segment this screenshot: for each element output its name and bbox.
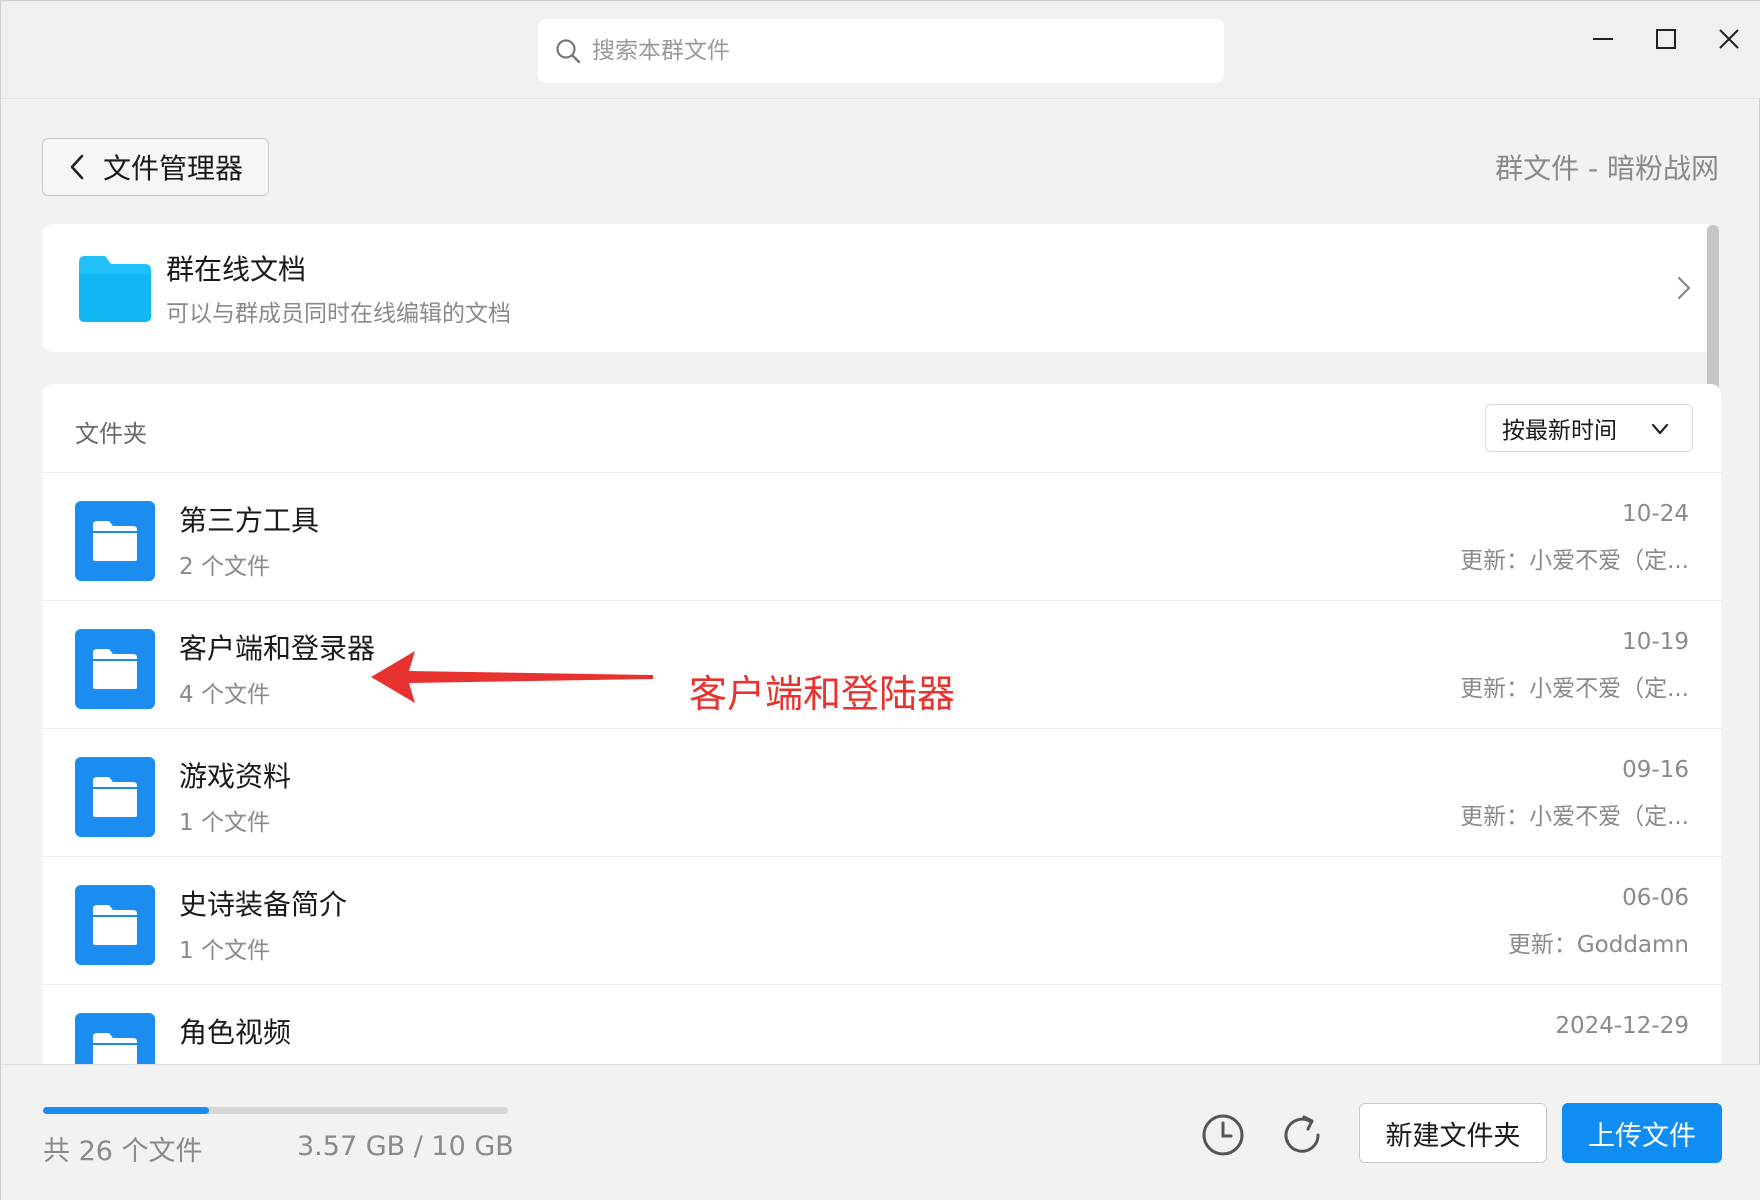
folder-name: 第三方工具 — [179, 504, 320, 537]
storage-usage: 3.57 GB / 10 GB — [297, 1131, 514, 1162]
storage-progress — [43, 1107, 508, 1114]
chevron-down-icon — [1651, 423, 1669, 435]
folder-name: 史诗装备简介 — [179, 888, 348, 921]
folder-file-count: 4 个文件 — [179, 682, 270, 708]
folder-icon — [75, 629, 155, 709]
annotation-arrow — [371, 651, 653, 703]
section-label: 文件夹 — [75, 420, 147, 448]
title-bar — [1, 1, 1760, 99]
folder-updater: 更新：小爱不爱（定... — [1460, 548, 1689, 574]
maximize-icon — [1656, 29, 1676, 49]
chevron-right-icon — [1677, 276, 1691, 300]
folder-icon — [75, 501, 155, 581]
folder-icon — [75, 757, 155, 837]
maximize-button[interactable] — [1642, 15, 1690, 63]
folder-updater: 更新：小爱不爱（定... — [1460, 804, 1689, 830]
new-folder-button[interactable]: 新建文件夹 — [1359, 1103, 1547, 1163]
sort-dropdown-label: 按最新时间 — [1502, 418, 1617, 444]
folder-name: 客户端和登录器 — [179, 632, 376, 665]
folder-name: 游戏资料 — [179, 760, 292, 793]
annotation-text: 客户端和登陆器 — [689, 672, 956, 716]
folder-updater: 更新：Goddamn — [1507, 932, 1689, 958]
folder-row[interactable]: 史诗装备简介 1 个文件 06-06 更新：Goddamn — [43, 856, 1721, 984]
history-icon[interactable] — [1199, 1111, 1247, 1159]
upload-file-button[interactable]: 上传文件 — [1562, 1103, 1722, 1163]
folder-updater: 更新：小爱不爱（定... — [1460, 676, 1689, 702]
folder-icon — [75, 885, 155, 965]
folder-icon — [79, 256, 151, 322]
footer-bar: 共 26 个文件 3.57 GB / 10 GB 新建文件夹 上传文件 — [1, 1064, 1760, 1200]
minimize-icon — [1593, 38, 1613, 40]
chevron-left-icon — [70, 154, 84, 180]
search-box[interactable] — [538, 19, 1224, 83]
folder-date: 10-19 — [1622, 629, 1689, 655]
back-button-label: 文件管理器 — [103, 152, 244, 185]
back-button[interactable]: 文件管理器 — [42, 138, 269, 196]
folder-row[interactable]: 游戏资料 1 个文件 09-16 更新：小爱不爱（定... — [43, 728, 1721, 856]
file-count: 共 26 个文件 — [43, 1136, 203, 1167]
folder-file-count: 2 个文件 — [179, 554, 270, 580]
folder-row[interactable]: 第三方工具 2 个文件 10-24 更新：小爱不爱（定... — [43, 472, 1721, 600]
folder-row[interactable]: 角色视频 2024-12-29 — [43, 984, 1721, 1064]
folder-date: 06-06 — [1622, 885, 1689, 911]
file-manager-window: 文件管理器 群文件 - 暗粉战网 群在线文档 可以与群成员同时在线编辑的文档 文… — [0, 0, 1760, 1200]
group-title: 群文件 - 暗粉战网 — [1495, 152, 1719, 185]
folder-file-count: 1 个文件 — [179, 938, 270, 964]
minimize-button[interactable] — [1579, 15, 1627, 63]
online-docs-card[interactable]: 群在线文档 可以与群成员同时在线编辑的文档 — [43, 224, 1715, 352]
sort-dropdown[interactable]: 按最新时间 — [1485, 404, 1693, 452]
search-input[interactable] — [592, 38, 1152, 64]
folder-name: 角色视频 — [179, 1016, 292, 1049]
online-docs-title: 群在线文档 — [166, 253, 307, 286]
close-icon — [1719, 29, 1739, 49]
storage-progress-fill — [43, 1107, 209, 1114]
search-icon — [556, 39, 581, 64]
refresh-icon[interactable] — [1278, 1111, 1326, 1159]
folder-date: 2024-12-29 — [1555, 1013, 1689, 1039]
folder-date: 10-24 — [1622, 501, 1689, 527]
online-docs-subtitle: 可以与群成员同时在线编辑的文档 — [166, 301, 511, 327]
close-button[interactable] — [1705, 15, 1753, 63]
folder-icon — [75, 1013, 155, 1064]
folder-list-card: 文件夹 按最新时间 第三方工具 2 个文件 10-24 更新：小爱不爱（定... 客户端… — [43, 384, 1721, 1064]
folder-date: 09-16 — [1622, 757, 1689, 783]
folder-file-count: 1 个文件 — [179, 810, 270, 836]
